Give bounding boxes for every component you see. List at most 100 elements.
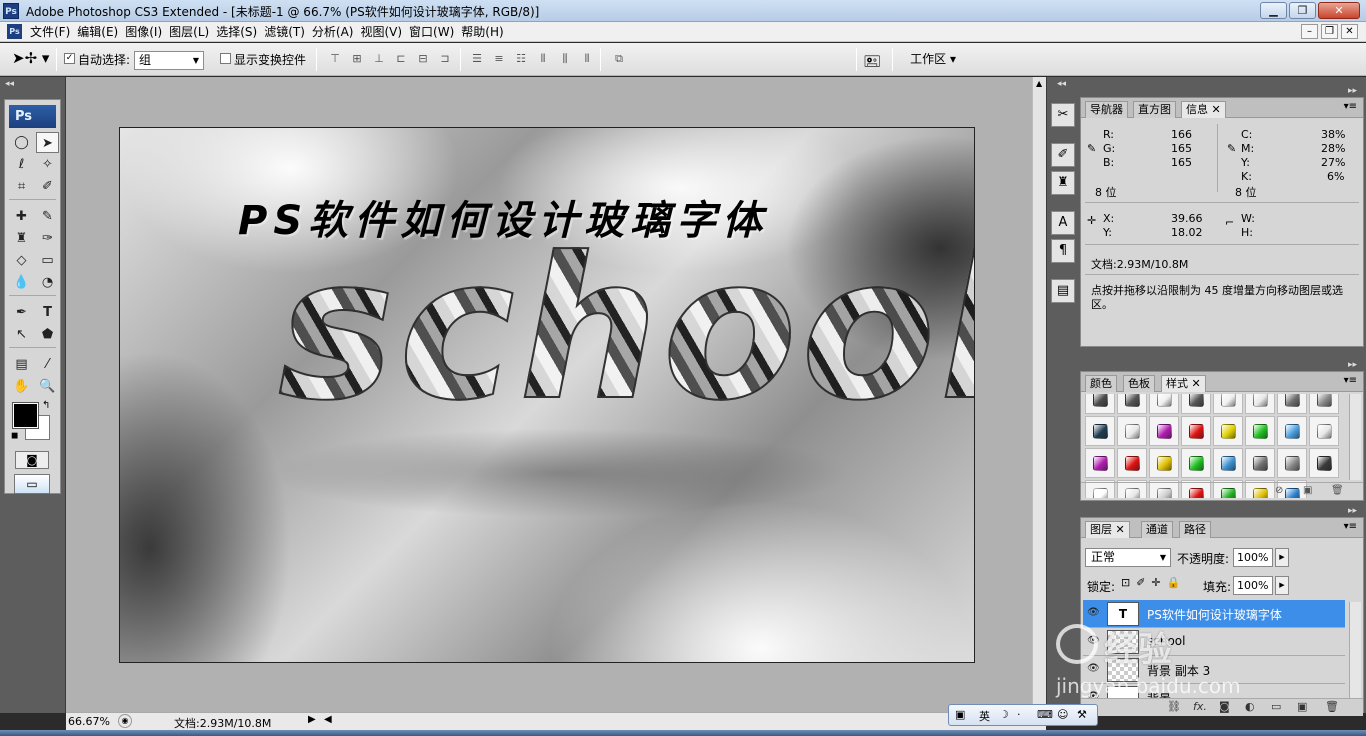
tab-styles[interactable]: 样式 ✕	[1161, 375, 1206, 392]
menu-select[interactable]: 选择(S)	[216, 24, 264, 40]
tab-paths[interactable]: 路径	[1179, 521, 1211, 538]
eyedropper-tool-icon[interactable]: ⁄	[36, 354, 59, 375]
close-tab-icon[interactable]: ✕	[1116, 523, 1125, 536]
path-selection-icon[interactable]: ↖	[10, 324, 33, 345]
menu-window[interactable]: 窗口(W)	[409, 24, 461, 40]
new-layer-icon[interactable]: ▣	[1297, 700, 1307, 713]
menu-view[interactable]: 视图(V)	[360, 24, 409, 40]
notes-tool-icon[interactable]: ▤	[10, 354, 33, 375]
shape-tool-icon[interactable]: ⬟	[36, 324, 59, 345]
style-swatch[interactable]	[1277, 448, 1307, 478]
wrench-icon[interactable]: ⚒	[1077, 708, 1087, 721]
moon-icon[interactable]: ☽	[999, 708, 1009, 721]
styles-scrollbar[interactable]	[1349, 394, 1361, 480]
clone-source-icon[interactable]: ♜	[1051, 171, 1075, 195]
pen-tool-icon[interactable]: ✒	[10, 302, 33, 323]
style-swatch[interactable]	[1085, 448, 1115, 478]
app-menu-icon[interactable]: Ps	[7, 24, 22, 39]
blur-tool-icon[interactable]: 💧	[10, 272, 33, 293]
close-tab-icon[interactable]: ✕	[1212, 103, 1221, 116]
canvas[interactable]: PS软件如何设计玻璃字体 school	[119, 127, 975, 663]
tab-histogram[interactable]: 直方图	[1133, 101, 1176, 118]
menu-edit[interactable]: 编辑(E)	[77, 24, 125, 40]
doc-close-button[interactable]: ✕	[1341, 24, 1358, 39]
style-swatch[interactable]	[1117, 394, 1147, 414]
dock-handle-icon[interactable]: ▸▸	[1348, 86, 1357, 96]
align-bottom-icon[interactable]: ⊥	[372, 52, 386, 66]
distribute-hcenter-icon[interactable]: ⫼	[558, 52, 572, 66]
foreground-color[interactable]	[12, 402, 39, 429]
scroll-up-icon[interactable]: ▲	[1036, 79, 1042, 88]
style-swatch[interactable]	[1213, 416, 1243, 446]
workspace-dropdown[interactable]: 工作区 ▾	[910, 50, 956, 67]
blend-mode-dropdown[interactable]: 正常 ▼	[1085, 548, 1171, 567]
ime-logo-icon[interactable]: ▣	[955, 708, 965, 721]
doc-minimize-button[interactable]: –	[1301, 24, 1318, 39]
menu-help[interactable]: 帮助(H)	[461, 24, 510, 40]
dock-handle-icon[interactable]: ▸▸	[1348, 360, 1357, 370]
zoom-tool-icon[interactable]: 🔍	[36, 376, 59, 397]
fill-input[interactable]: 100%	[1233, 576, 1273, 595]
tab-channels[interactable]: 通道	[1141, 521, 1173, 538]
canvas-vertical-scrollbar[interactable]: ▲	[1032, 77, 1046, 713]
tab-color[interactable]: 颜色	[1085, 375, 1117, 392]
align-top-icon[interactable]: ⊤	[328, 52, 342, 66]
quick-mask-icon[interactable]: ◙	[15, 451, 49, 469]
scroll-left-icon[interactable]: ◀	[324, 714, 332, 725]
expand-dock-icon[interactable]: ◂◂	[1047, 77, 1078, 89]
style-swatch[interactable]	[1085, 394, 1115, 414]
character-panel-icon[interactable]: A	[1051, 211, 1075, 235]
opacity-slider-button[interactable]: ▶	[1275, 548, 1289, 567]
style-swatch[interactable]	[1245, 394, 1275, 414]
style-swatch[interactable]	[1245, 448, 1275, 478]
delete-layer-icon[interactable]: 🗑	[1325, 700, 1339, 713]
delete-style-icon[interactable]: 🗑	[1331, 485, 1344, 496]
new-style-icon[interactable]: ▣	[1303, 485, 1312, 496]
distribute-top-icon[interactable]: ☰	[470, 52, 484, 66]
auto-align-layers-icon[interactable]: ⧉	[612, 52, 626, 66]
style-swatch[interactable]	[1181, 448, 1211, 478]
zoom-info-icon[interactable]: ◉	[118, 714, 132, 728]
distribute-vcenter-icon[interactable]: ≡	[492, 52, 506, 66]
user-icon[interactable]: ☺	[1057, 708, 1068, 721]
style-swatch[interactable]	[1277, 394, 1307, 414]
style-swatch[interactable]	[1309, 394, 1339, 414]
move-tool-preset-icon[interactable]: ➤✢ ▾	[12, 49, 49, 67]
eye-icon[interactable]: 👁	[1087, 607, 1100, 618]
auto-select-checkbox[interactable]: ✓	[64, 53, 75, 64]
hand-tool-icon[interactable]: ✋	[10, 376, 33, 397]
auto-select-dropdown[interactable]: 组 ▼	[134, 51, 204, 70]
layers-scrollbar[interactable]	[1349, 602, 1361, 702]
default-colors-icon[interactable]: ◼	[11, 431, 18, 441]
slice-tool-icon[interactable]: ✐	[36, 176, 59, 197]
status-menu-icon[interactable]: ▶	[308, 714, 316, 725]
fill-slider-button[interactable]: ▶	[1275, 576, 1289, 595]
screen-mode-icon[interactable]: ▭	[14, 474, 50, 494]
tab-info[interactable]: 信息 ✕	[1181, 101, 1226, 118]
style-swatch[interactable]	[1181, 416, 1211, 446]
panel-menu-icon[interactable]: ▾≡	[1344, 521, 1357, 532]
panel-menu-icon[interactable]: ▾≡	[1344, 101, 1357, 112]
style-swatch[interactable]	[1181, 394, 1211, 414]
align-hcenter-icon[interactable]: ⊟	[416, 52, 430, 66]
clone-stamp-icon[interactable]: ♜	[10, 228, 33, 249]
tab-swatches[interactable]: 色板	[1123, 375, 1155, 392]
align-right-icon[interactable]: ⊐	[438, 52, 452, 66]
brush-tool-icon[interactable]: ✎	[36, 206, 59, 227]
lasso-tool-icon[interactable]: ℓ	[10, 154, 33, 175]
swap-colors-icon[interactable]: ↰	[42, 400, 50, 411]
healing-brush-icon[interactable]: ✚	[10, 206, 33, 227]
style-swatch[interactable]	[1117, 448, 1147, 478]
show-transform-checkbox[interactable]	[220, 53, 231, 64]
doc-restore-button[interactable]: ❐	[1321, 24, 1338, 39]
zoom-level[interactable]: 66.67%	[68, 715, 110, 728]
menu-image[interactable]: 图像(I)	[125, 24, 169, 40]
type-tool-icon[interactable]: T	[36, 302, 59, 323]
menu-filter[interactable]: 滤镜(T)	[264, 24, 312, 40]
ime-language[interactable]: 英	[979, 708, 990, 724]
paragraph-panel-icon[interactable]: ¶	[1051, 239, 1075, 263]
move-tool-icon[interactable]: ➤	[36, 132, 59, 153]
style-swatch[interactable]	[1149, 394, 1179, 414]
close-button[interactable]: ✕	[1318, 2, 1360, 19]
style-swatch[interactable]	[1085, 416, 1115, 446]
